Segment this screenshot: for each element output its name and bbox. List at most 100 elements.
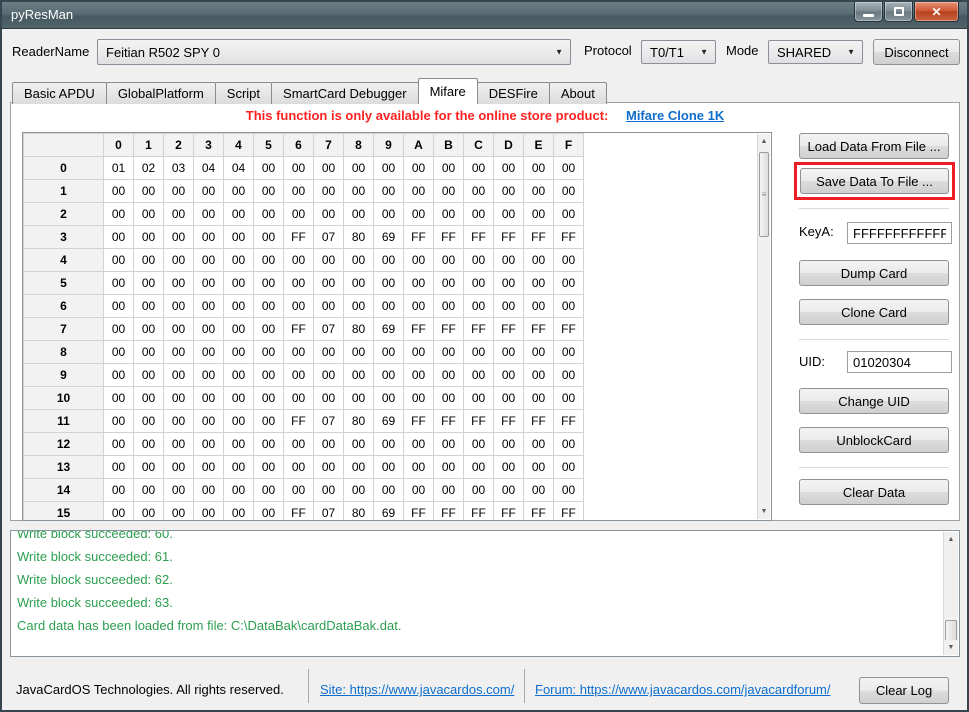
hex-cell[interactable]: 00 bbox=[134, 479, 164, 502]
hex-col-header[interactable]: 1 bbox=[134, 134, 164, 157]
hex-cell[interactable]: 07 bbox=[314, 410, 344, 433]
load-data-button[interactable]: Load Data From File ... bbox=[799, 133, 949, 159]
hex-cell[interactable]: 00 bbox=[344, 387, 374, 410]
hex-cell[interactable]: 00 bbox=[224, 502, 254, 522]
scroll-up-icon[interactable]: ▲ bbox=[944, 532, 958, 547]
hex-cell[interactable]: 00 bbox=[194, 433, 224, 456]
scroll-down-icon[interactable]: ▼ bbox=[944, 640, 958, 655]
hex-cell[interactable]: 00 bbox=[554, 249, 584, 272]
hex-cell[interactable]: 00 bbox=[164, 318, 194, 341]
hex-cell[interactable]: 00 bbox=[284, 180, 314, 203]
hex-cell[interactable]: 00 bbox=[404, 203, 434, 226]
hex-cell[interactable]: 00 bbox=[134, 364, 164, 387]
hex-cell[interactable]: 80 bbox=[344, 226, 374, 249]
hex-cell[interactable]: 04 bbox=[194, 157, 224, 180]
hex-cell[interactable]: 00 bbox=[434, 249, 464, 272]
hex-cell[interactable]: 00 bbox=[314, 364, 344, 387]
hex-cell[interactable]: 00 bbox=[224, 249, 254, 272]
hex-cell[interactable]: 00 bbox=[284, 387, 314, 410]
hex-cell[interactable]: 00 bbox=[464, 456, 494, 479]
hex-cell[interactable]: 00 bbox=[344, 364, 374, 387]
hex-cell[interactable]: 00 bbox=[134, 226, 164, 249]
tab-smartcard-debugger[interactable]: SmartCard Debugger bbox=[271, 82, 419, 104]
hex-cell[interactable]: 00 bbox=[524, 203, 554, 226]
site-link[interactable]: Site: https://www.javacardos.com/ bbox=[320, 676, 514, 704]
disconnect-button[interactable]: Disconnect bbox=[873, 39, 960, 65]
hex-cell[interactable]: 00 bbox=[194, 502, 224, 522]
hex-cell[interactable]: FF bbox=[404, 226, 434, 249]
hex-cell[interactable]: 00 bbox=[464, 249, 494, 272]
hex-cell[interactable]: 00 bbox=[554, 341, 584, 364]
hex-cell[interactable]: 00 bbox=[404, 433, 434, 456]
hex-cell[interactable]: 00 bbox=[104, 249, 134, 272]
hex-cell[interactable]: 00 bbox=[284, 203, 314, 226]
hex-cell[interactable]: 00 bbox=[554, 364, 584, 387]
mode-combobox[interactable]: SHARED ▼ bbox=[768, 40, 863, 64]
hex-col-header[interactable]: 6 bbox=[284, 134, 314, 157]
hex-cell[interactable]: 00 bbox=[254, 203, 284, 226]
hex-cell[interactable]: 00 bbox=[194, 364, 224, 387]
hex-cell[interactable]: 00 bbox=[224, 479, 254, 502]
hex-cell[interactable]: 00 bbox=[344, 203, 374, 226]
hex-cell[interactable]: 00 bbox=[194, 410, 224, 433]
hex-col-header[interactable]: 0 bbox=[104, 134, 134, 157]
hex-cell[interactable]: 00 bbox=[254, 433, 284, 456]
scroll-down-icon[interactable]: ▼ bbox=[758, 504, 770, 519]
hex-cell[interactable]: 00 bbox=[254, 456, 284, 479]
close-button[interactable]: ✕ bbox=[914, 2, 959, 22]
clear-data-button[interactable]: Clear Data bbox=[799, 479, 949, 505]
hex-col-header[interactable]: A bbox=[404, 134, 434, 157]
hex-cell[interactable]: 00 bbox=[494, 272, 524, 295]
hex-cell[interactable]: 00 bbox=[374, 341, 404, 364]
hex-cell[interactable]: 00 bbox=[464, 341, 494, 364]
hex-cell[interactable]: FF bbox=[554, 226, 584, 249]
hex-cell[interactable]: 00 bbox=[224, 203, 254, 226]
hex-cell[interactable]: 00 bbox=[164, 479, 194, 502]
hex-cell[interactable]: FF bbox=[554, 502, 584, 522]
hex-cell[interactable]: 00 bbox=[524, 157, 554, 180]
hex-cell[interactable]: 00 bbox=[524, 433, 554, 456]
hex-cell[interactable]: 00 bbox=[314, 433, 344, 456]
hex-col-header[interactable]: 2 bbox=[164, 134, 194, 157]
hex-cell[interactable]: 00 bbox=[254, 180, 284, 203]
hex-cell[interactable]: 00 bbox=[374, 272, 404, 295]
hex-cell[interactable]: 00 bbox=[434, 203, 464, 226]
unblock-card-button[interactable]: UnblockCard bbox=[799, 427, 949, 453]
hex-cell[interactable]: FF bbox=[494, 502, 524, 522]
hex-cell[interactable]: 00 bbox=[554, 387, 584, 410]
dump-card-button[interactable]: Dump Card bbox=[799, 260, 949, 286]
hex-cell[interactable]: 00 bbox=[434, 479, 464, 502]
hex-row-header[interactable]: 0 bbox=[24, 157, 104, 180]
hex-cell[interactable]: 00 bbox=[104, 180, 134, 203]
hex-cell[interactable]: 00 bbox=[134, 410, 164, 433]
hex-cell[interactable]: 00 bbox=[224, 433, 254, 456]
hex-cell[interactable]: 00 bbox=[464, 157, 494, 180]
hex-cell[interactable]: 00 bbox=[164, 410, 194, 433]
tab-script[interactable]: Script bbox=[215, 82, 272, 104]
hex-cell[interactable]: 00 bbox=[494, 180, 524, 203]
protocol-combobox[interactable]: T0/T1 ▼ bbox=[641, 40, 716, 64]
hex-cell[interactable]: FF bbox=[284, 318, 314, 341]
hex-row-header[interactable]: 7 bbox=[24, 318, 104, 341]
hex-col-header[interactable]: 4 bbox=[224, 134, 254, 157]
hex-cell[interactable]: 00 bbox=[284, 249, 314, 272]
hex-cell[interactable]: 00 bbox=[434, 433, 464, 456]
hex-cell[interactable]: 00 bbox=[104, 272, 134, 295]
hex-cell[interactable]: FF bbox=[494, 410, 524, 433]
hex-cell[interactable]: 00 bbox=[464, 433, 494, 456]
hex-cell[interactable]: 00 bbox=[164, 295, 194, 318]
hex-cell[interactable]: 00 bbox=[254, 341, 284, 364]
hex-cell[interactable]: 00 bbox=[164, 226, 194, 249]
hex-cell[interactable]: 00 bbox=[404, 364, 434, 387]
uid-input[interactable] bbox=[847, 351, 952, 373]
hex-cell[interactable]: 00 bbox=[164, 180, 194, 203]
hex-cell[interactable]: 00 bbox=[374, 433, 404, 456]
hex-cell[interactable]: 00 bbox=[404, 295, 434, 318]
hex-cell[interactable]: 00 bbox=[314, 249, 344, 272]
hex-cell[interactable]: 00 bbox=[284, 295, 314, 318]
hex-cell[interactable]: 00 bbox=[404, 157, 434, 180]
hex-cell[interactable]: 01 bbox=[104, 157, 134, 180]
hex-cell[interactable]: 00 bbox=[254, 157, 284, 180]
hex-cell[interactable]: 00 bbox=[524, 456, 554, 479]
hex-cell[interactable]: 00 bbox=[434, 387, 464, 410]
